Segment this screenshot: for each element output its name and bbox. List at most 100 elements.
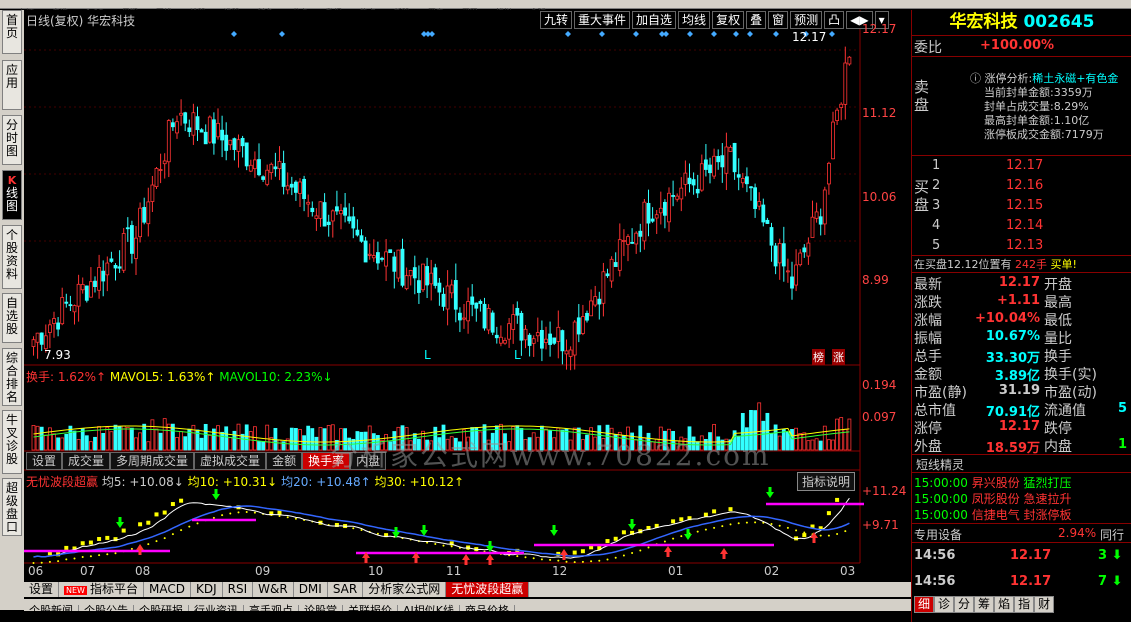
- indicator-tab[interactable]: NEW 指标平台: [59, 582, 144, 597]
- right-tab[interactable]: 分: [954, 596, 975, 613]
- toolbar-button[interactable]: 凸: [824, 11, 845, 29]
- quote-label: 总手: [914, 349, 942, 365]
- info-tab[interactable]: 个股公告: [79, 605, 134, 611]
- buy-level-price[interactable]: 12.14: [1006, 218, 1043, 233]
- price-axis-label: 10.06: [862, 190, 897, 204]
- right-tab[interactable]: 诊: [934, 596, 955, 613]
- peer-link[interactable]: 同行: [1100, 526, 1124, 543]
- short-genie-item[interactable]: 15:00:00 凤形股份 急速拉升: [914, 490, 1072, 507]
- candle-body: [617, 239, 622, 271]
- volume-axis-label: 0.097: [862, 410, 897, 424]
- toolbar-button[interactable]: 重大事件: [574, 11, 631, 29]
- wave-block: [712, 509, 717, 514]
- candle-body: [806, 242, 811, 257]
- indicator-tab[interactable]: SAR: [328, 582, 364, 597]
- buy-level-price[interactable]: 12.17: [1006, 158, 1043, 173]
- toolbar-button[interactable]: 均线: [678, 11, 711, 29]
- list-marker[interactable]: 榜: [812, 349, 825, 365]
- right-tab[interactable]: 财: [1034, 596, 1055, 613]
- candle-body: [224, 134, 229, 151]
- candle-body: [441, 293, 446, 307]
- volume-tab[interactable]: 设置: [26, 452, 63, 470]
- wave-block: [138, 522, 143, 527]
- toolbar-button[interactable]: 叠: [746, 11, 767, 29]
- volume-tab[interactable]: 多周期成交量: [110, 452, 195, 470]
- limit-reason[interactable]: 稀土永磁+有色金: [1032, 72, 1118, 85]
- toolbar-button[interactable]: 九转: [540, 11, 573, 29]
- left-tab[interactable]: 牛叉诊股: [2, 410, 22, 474]
- candle-body: [310, 207, 315, 213]
- indicator-hint-button[interactable]: 指标说明: [797, 472, 856, 491]
- candle-body: [60, 297, 65, 325]
- right-tab[interactable]: 细: [914, 596, 935, 613]
- left-tab[interactable]: 超级盘口: [2, 478, 22, 536]
- buy-level-price[interactable]: 12.15: [1006, 198, 1043, 213]
- sector-label[interactable]: 专用设备: [914, 526, 962, 543]
- left-tab[interactable]: 分时图: [2, 115, 22, 165]
- right-tab[interactable]: 指: [1014, 596, 1035, 613]
- left-tab[interactable]: 个股资料: [2, 225, 22, 289]
- info-tab[interactable]: 高手观点: [244, 605, 299, 611]
- volume-tab[interactable]: 金额: [266, 452, 303, 470]
- candle-body: [769, 227, 774, 246]
- volume-bar: [293, 428, 298, 451]
- indicator-tab[interactable]: 分析家公式网: [363, 582, 447, 597]
- wave-dot: [434, 543, 437, 546]
- left-tab[interactable]: 自选股: [2, 293, 22, 343]
- indicator-tab[interactable]: DMI: [294, 582, 328, 597]
- left-tab[interactable]: 首页: [2, 10, 22, 54]
- left-tab[interactable]: 综合排名: [2, 348, 22, 406]
- left-tab[interactable]: K线图: [2, 170, 22, 220]
- candle-body: [166, 120, 171, 163]
- info-tab[interactable]: 行业资讯: [189, 605, 244, 611]
- volume-bar: [265, 424, 270, 451]
- info-tab[interactable]: 个股新闻: [24, 605, 79, 611]
- candle-body: [724, 146, 729, 174]
- indicator-tab[interactable]: KDJ: [191, 582, 223, 597]
- indicator-tab[interactable]: 无忧波段超赢: [446, 582, 530, 597]
- candle-body: [790, 276, 794, 289]
- buy-level-price[interactable]: 12.16: [1006, 178, 1043, 193]
- info-tab[interactable]: 商品价格: [460, 605, 515, 611]
- candle-body: [425, 266, 430, 286]
- buy-note: 在买盘12.12位置有 242手 买单!: [914, 258, 1077, 271]
- candle-body: [175, 121, 179, 134]
- candle-body: [228, 139, 233, 146]
- indicator-tab[interactable]: 设置: [24, 582, 60, 597]
- toolbar-button[interactable]: 复权: [712, 11, 745, 29]
- right-tab[interactable]: 筹: [974, 596, 995, 613]
- wave-dot: [73, 557, 76, 560]
- toolbar-button[interactable]: 预测: [790, 11, 823, 29]
- indicator-tab[interactable]: RSI: [223, 582, 254, 597]
- candle-body: [281, 163, 286, 187]
- wave-dot: [294, 517, 297, 520]
- info-tab[interactable]: AI相似K线: [398, 605, 460, 611]
- left-tab[interactable]: 应用: [2, 60, 22, 110]
- kline-chart[interactable]: [24, 10, 911, 610]
- candle-body: [630, 241, 634, 244]
- volume-tab[interactable]: 成交量: [62, 452, 111, 470]
- info-tab[interactable]: 论股堂: [299, 605, 343, 611]
- candle-body: [109, 258, 114, 262]
- limit-marker[interactable]: 涨: [832, 349, 845, 365]
- short-genie-item[interactable]: 15:00:00 昇兴股份 猛烈打压: [914, 474, 1072, 491]
- indicator-tab[interactable]: MACD: [144, 582, 191, 597]
- volume-tab[interactable]: 虚拟成交量: [194, 452, 267, 470]
- buy-level-price[interactable]: 12.13: [1006, 238, 1043, 253]
- right-tab[interactable]: 焰: [994, 596, 1015, 613]
- wave-dot: [696, 530, 699, 533]
- toolbar-button[interactable]: 窗: [768, 11, 789, 29]
- candle-body: [827, 162, 831, 185]
- info-tab[interactable]: 个股研报: [134, 605, 189, 611]
- wave-dot: [663, 540, 666, 543]
- indicator-tab[interactable]: W&R: [253, 582, 294, 597]
- short-genie-item[interactable]: 15:00:00 信捷电气 封涨停板: [914, 506, 1072, 523]
- quote-label: 内盘: [1044, 439, 1072, 455]
- limit-line: 涨停板成交金额:7179万: [984, 128, 1104, 141]
- short-genie-title[interactable]: 短线精灵: [916, 456, 964, 473]
- toolbar-button[interactable]: 加自选: [632, 11, 677, 29]
- candle-body: [511, 314, 516, 330]
- candle-body: [285, 185, 290, 191]
- info-tabs: 个股新闻 个股公告 个股研报 行业资讯 高手观点 论股堂 关联报价 AI相似K线 商品价格: [24, 599, 911, 611]
- info-tab[interactable]: 关联报价: [343, 605, 398, 611]
